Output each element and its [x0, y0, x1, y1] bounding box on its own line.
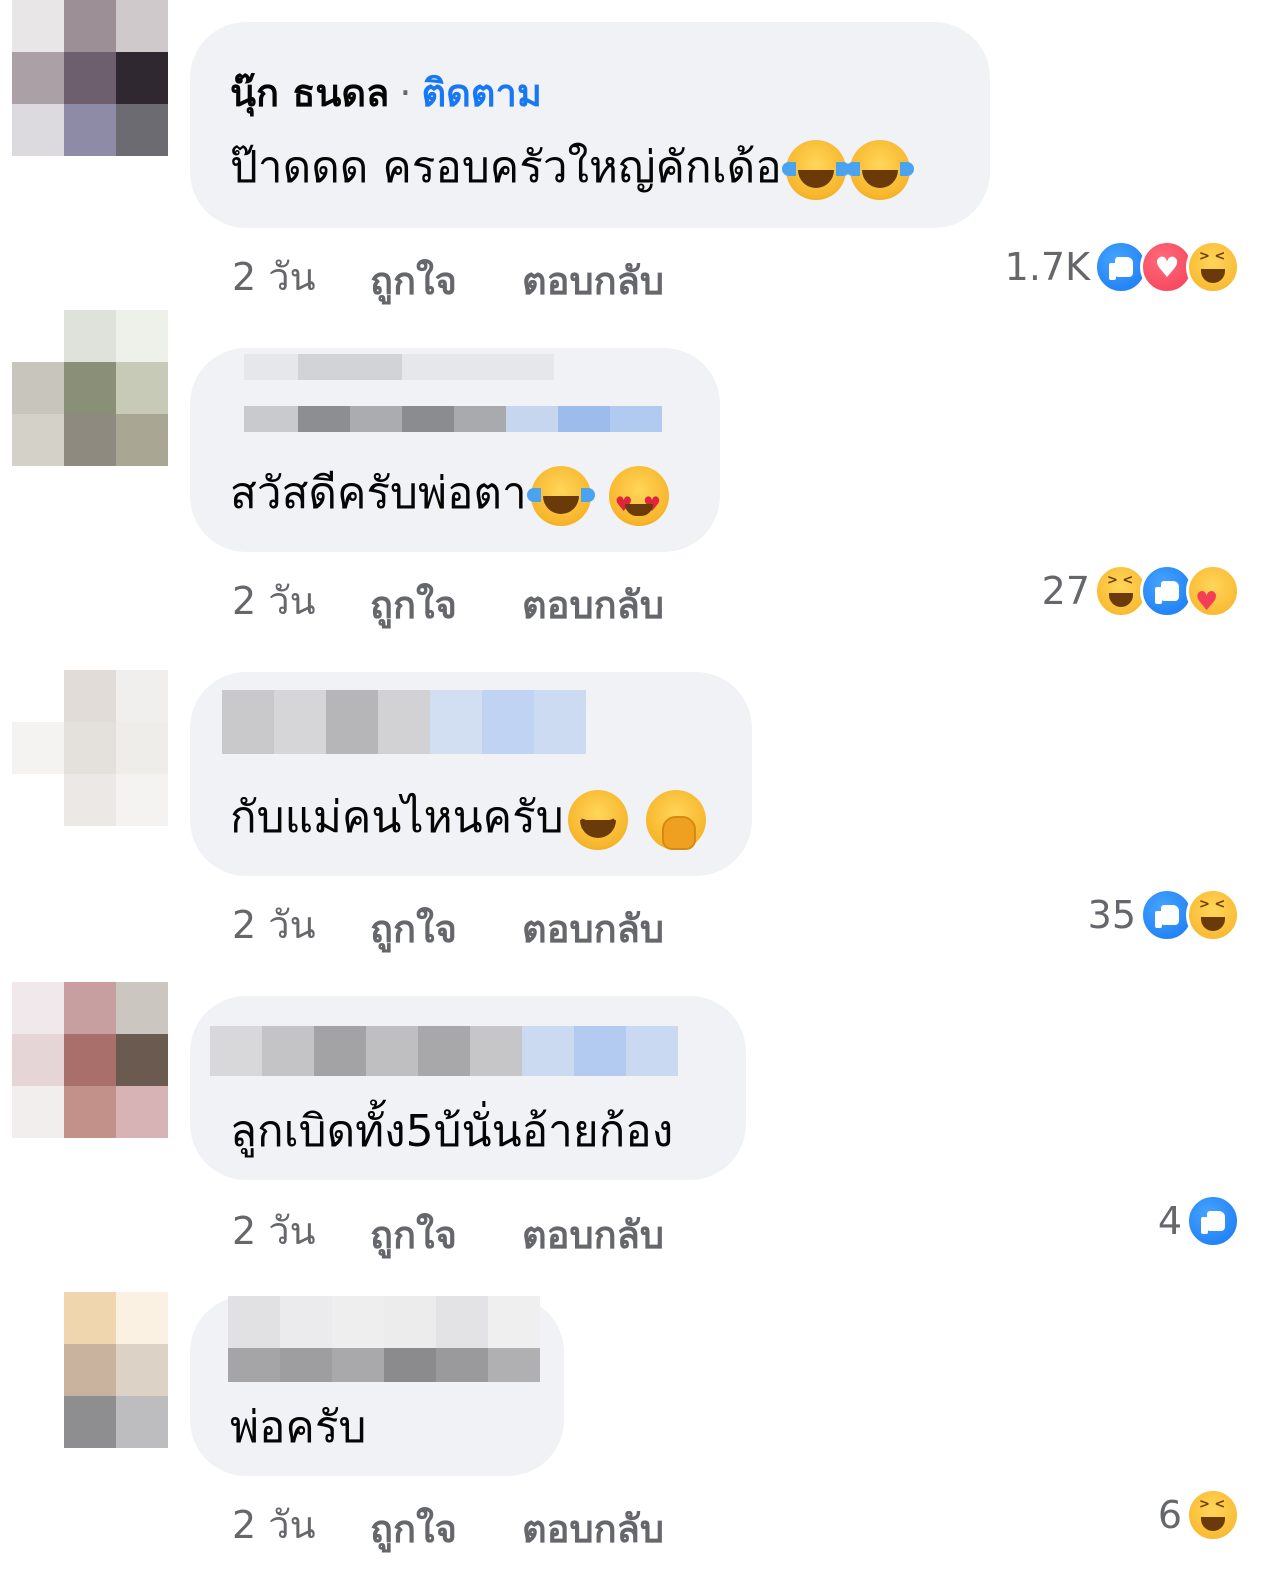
laughing-tears-emoji-icon [781, 140, 850, 200]
comment-text: ลูกเบิดทั้ง5บ้นั่นอ้ายก้อง [230, 1106, 674, 1157]
comment-time[interactable]: 2 วัน [232, 1200, 316, 1261]
haha-reaction-icon [1186, 1488, 1240, 1542]
reaction-count: 4 [1157, 1199, 1182, 1243]
reaction-count: 27 [1041, 569, 1090, 613]
reply-button[interactable]: ตอบกลับ [522, 1204, 664, 1265]
comment-time[interactable]: 2 วัน [232, 1494, 316, 1555]
haha-reaction-icon [1186, 240, 1240, 294]
comment-text: กับแม่คนไหนครับ [230, 792, 564, 843]
avatar[interactable] [12, 982, 172, 1142]
like-button[interactable]: ถูกใจ [370, 1498, 457, 1559]
avatar[interactable] [12, 0, 172, 160]
face-with-hand-emoji-icon [645, 790, 706, 850]
comment-text: สวัสดีครับพ่อตา [230, 468, 527, 519]
reaction-count: 35 [1087, 893, 1136, 937]
comment-time[interactable]: 2 วัน [232, 894, 316, 955]
like-button[interactable]: ถูกใจ [370, 574, 457, 635]
reaction-count: 6 [1157, 1493, 1182, 1537]
comment-bubble: ลูกเบิดทั้ง5บ้นั่นอ้ายก้อง [190, 996, 746, 1180]
comment-text-row: กับแม่คนไหนครับ [230, 790, 706, 852]
reply-button[interactable]: ตอบกลับ [522, 574, 664, 635]
comment-bubble: นุ๊ก ธนดล · ติดตาม ป๊าดดด ครอบครัวใหญ่คักเ… [190, 22, 990, 228]
laughing-tears-emoji-icon [526, 466, 595, 526]
comment-text-row: สวัสดีครับพ่อตา [230, 466, 669, 532]
reply-button[interactable]: ตอบกลับ [522, 250, 664, 311]
laughing-tears-emoji-icon [845, 140, 914, 200]
reaction-summary[interactable]: 27 [1042, 564, 1240, 618]
comment-text: ป๊าดดด ครอบครัวใหญ่คักเด้อ [230, 142, 782, 193]
comment-bubble: พ่อครับ [190, 1296, 564, 1476]
like-button[interactable]: ถูกใจ [370, 250, 457, 311]
follow-link[interactable]: ติดตาม [421, 71, 541, 115]
comment-text-row: ป๊าดดด ครอบครัวใหญ่คักเด้อ [230, 140, 914, 200]
like-button[interactable]: ถูกใจ [370, 1204, 457, 1265]
separator-dot: · [399, 71, 412, 115]
comment-bubble: สวัสดีครับพ่อตา [190, 348, 720, 552]
comment-time[interactable]: 2 วัน [232, 246, 316, 307]
care-reaction-icon [1186, 564, 1240, 618]
comment-author[interactable]: นุ๊ก ธนดล [230, 71, 389, 115]
reaction-summary[interactable]: 1.7K ♥ [1005, 240, 1240, 294]
avatar[interactable] [12, 310, 172, 470]
grinning-squint-emoji-icon [567, 790, 628, 852]
reply-button[interactable]: ตอบกลับ [522, 1498, 664, 1559]
reaction-count: 1.7K [1004, 245, 1090, 289]
reaction-summary[interactable]: 4 [1158, 1194, 1240, 1248]
heart-eyes-emoji-icon [608, 466, 669, 532]
avatar[interactable] [12, 1292, 172, 1452]
comment-text: พ่อครับ [230, 1402, 367, 1453]
haha-reaction-icon [1186, 888, 1240, 942]
comment-bubble: กับแม่คนไหนครับ [190, 672, 752, 876]
comment-time[interactable]: 2 วัน [232, 570, 316, 631]
comment-author-row: นุ๊ก ธนดล · ติดตาม [230, 62, 542, 123]
comment-text-row: ลูกเบิดทั้ง5บ้นั่นอ้ายก้อง [230, 1104, 673, 1160]
reaction-summary[interactable]: 6 [1158, 1488, 1240, 1542]
like-button[interactable]: ถูกใจ [370, 898, 457, 959]
like-reaction-icon [1186, 1194, 1240, 1248]
avatar[interactable] [12, 670, 172, 830]
reply-button[interactable]: ตอบกลับ [522, 898, 664, 959]
comment-text-row: พ่อครับ [230, 1400, 366, 1456]
reaction-summary[interactable]: 35 [1088, 888, 1240, 942]
